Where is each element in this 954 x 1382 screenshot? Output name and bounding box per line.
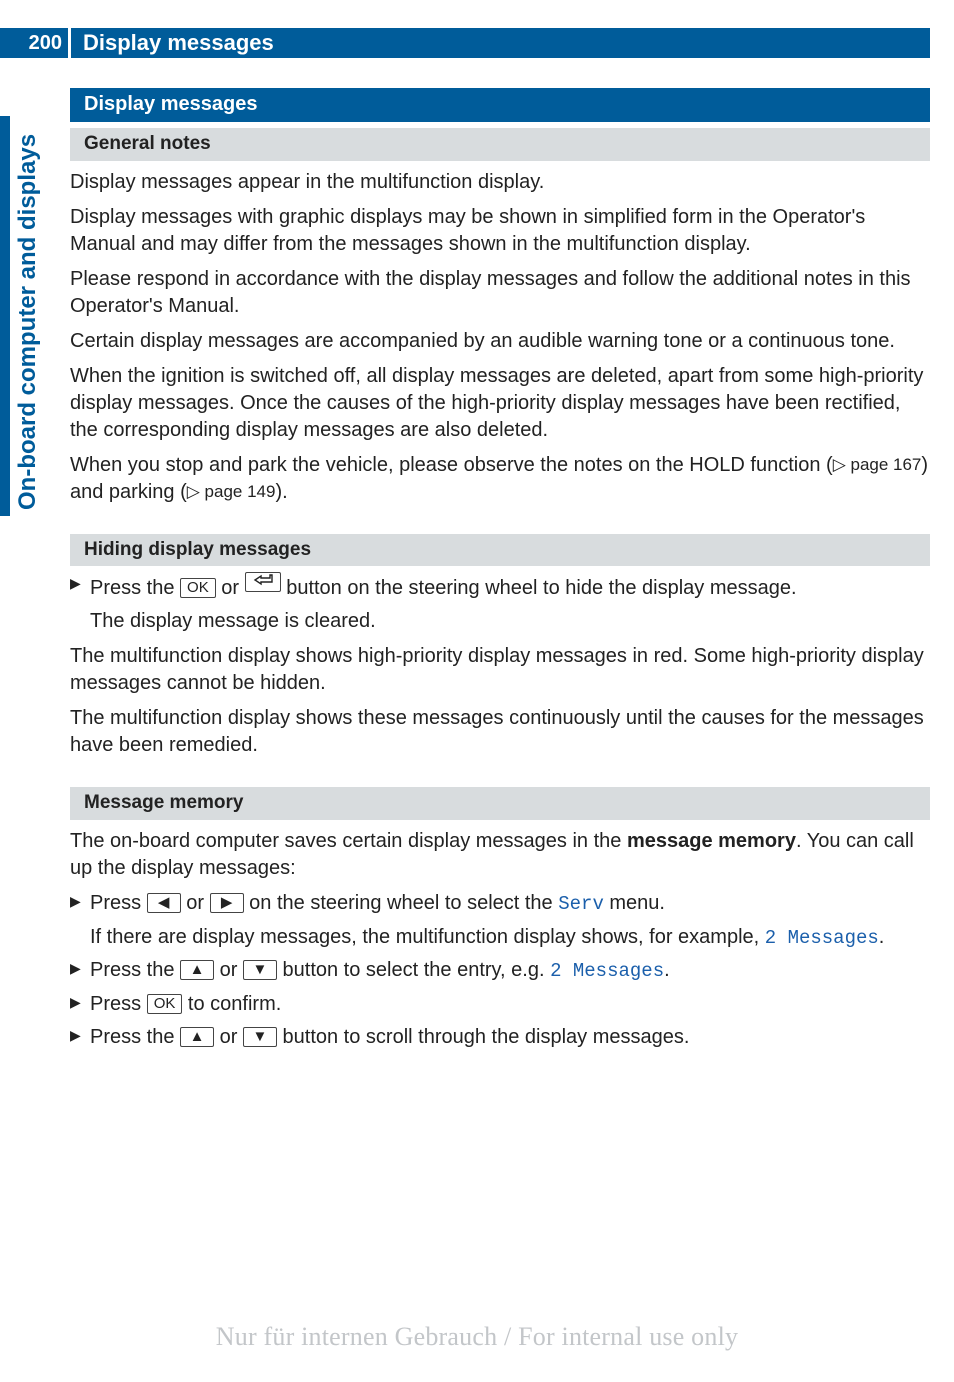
instruction-step: Press the ▲ or ▼ button to select the en… bbox=[70, 957, 930, 985]
term-message-memory: message memory bbox=[627, 830, 796, 852]
left-arrow-icon: ◀ bbox=[147, 893, 181, 913]
subsection-heading-message-memory: Message memory bbox=[70, 787, 930, 820]
back-button-icon bbox=[245, 572, 281, 592]
page-xref: ▷ page 167 bbox=[833, 455, 922, 474]
instruction-step: Press the ▲ or ▼ button to scroll throug… bbox=[70, 1024, 930, 1051]
body-text: The multifunction display shows these me… bbox=[70, 705, 930, 759]
page-xref: ▷ page 149 bbox=[187, 482, 276, 501]
instruction-step: Press the OK or button on the steering w… bbox=[70, 572, 930, 602]
instruction-result: The display message is cleared. bbox=[70, 608, 930, 635]
body-text: Display messages appear in the multifunc… bbox=[70, 169, 930, 196]
down-arrow-icon: ▼ bbox=[243, 960, 277, 980]
page-number: 200 bbox=[0, 28, 68, 58]
down-arrow-icon: ▼ bbox=[243, 1027, 277, 1047]
subsection-heading-general-notes: General notes bbox=[70, 128, 930, 161]
chapter-label: On-board computer and displays bbox=[12, 134, 44, 510]
watermark-text: Nur für internen Gebrauch / For internal… bbox=[0, 1319, 954, 1354]
up-arrow-icon: ▲ bbox=[180, 1027, 214, 1047]
page-header: 200 Display messages bbox=[0, 28, 954, 58]
chapter-side-tab: On-board computer and displays bbox=[18, 116, 52, 516]
page-title: Display messages bbox=[68, 28, 930, 58]
body-text: When you stop and park the vehicle, plea… bbox=[70, 452, 930, 506]
ok-button-icon: OK bbox=[180, 578, 216, 598]
instruction-step: Press ◀ or ▶ on the steering wheel to se… bbox=[70, 890, 930, 918]
body-text: The on-board computer saves certain disp… bbox=[70, 828, 930, 882]
display-text: 2 Messages bbox=[765, 927, 879, 949]
instruction-step: Press OK to confirm. bbox=[70, 991, 930, 1018]
page-content: Display messages General notes Display m… bbox=[70, 88, 930, 1051]
display-text: Serv bbox=[558, 893, 604, 915]
body-text: When the ignition is switched off, all d… bbox=[70, 363, 930, 444]
ok-button-icon: OK bbox=[147, 994, 183, 1014]
display-text: 2 Messages bbox=[550, 960, 664, 982]
body-text: Certain display messages are accompanied… bbox=[70, 328, 930, 355]
up-arrow-icon: ▲ bbox=[180, 960, 214, 980]
section-heading-display-messages: Display messages bbox=[70, 88, 930, 122]
subsection-heading-hiding: Hiding display messages bbox=[70, 534, 930, 567]
instruction-result: If there are display messages, the multi… bbox=[70, 924, 930, 952]
body-text: Display messages with graphic displays m… bbox=[70, 204, 930, 258]
body-text: The multifunction display shows high-pri… bbox=[70, 643, 930, 697]
body-text: Please respond in accordance with the di… bbox=[70, 266, 930, 320]
right-arrow-icon: ▶ bbox=[210, 893, 244, 913]
